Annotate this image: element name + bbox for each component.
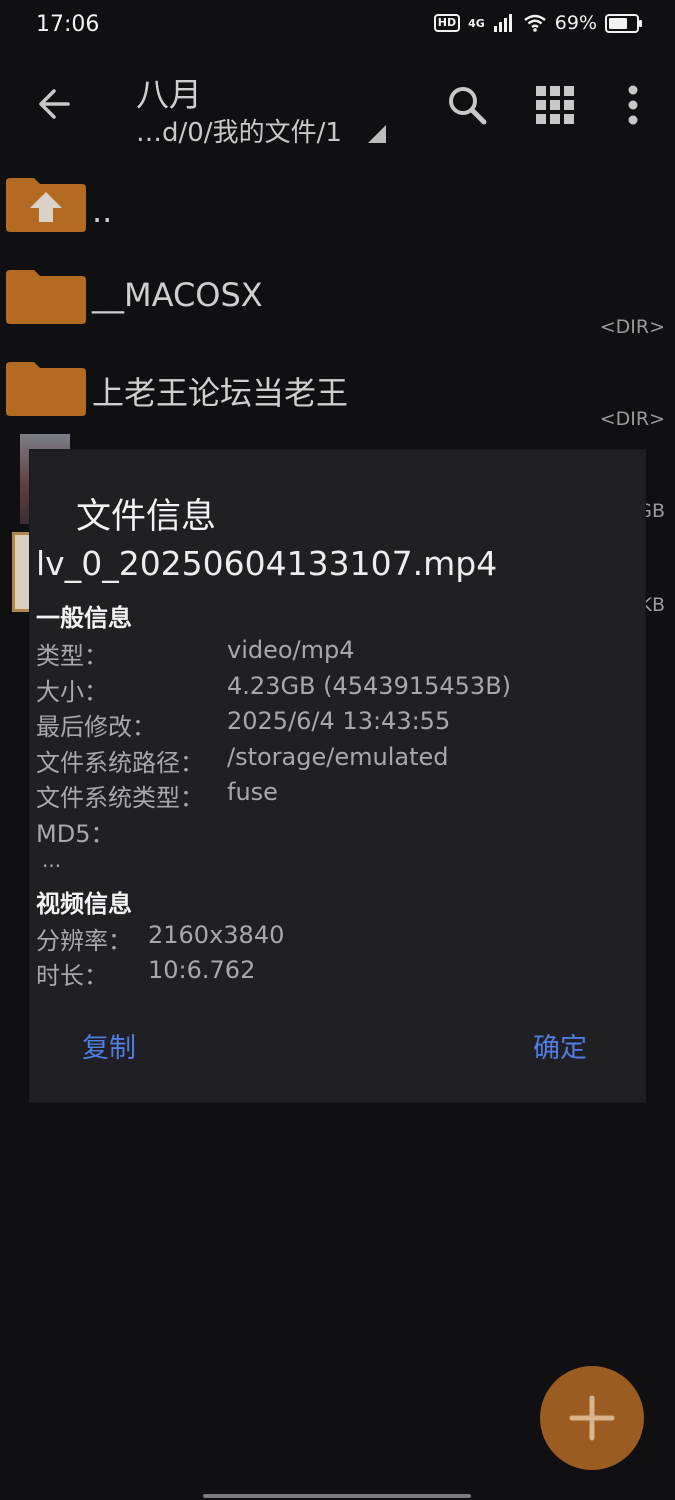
folder-title: 八月 bbox=[136, 75, 202, 114]
search-icon[interactable] bbox=[444, 82, 490, 128]
info-label: 最后修改： bbox=[36, 713, 156, 741]
file-type-label: <DIR> bbox=[599, 408, 665, 430]
folder-icon bbox=[6, 270, 86, 324]
info-label: MD5： bbox=[36, 820, 115, 848]
signal-icon bbox=[493, 14, 512, 32]
general-info-heading: 一般信息 bbox=[36, 604, 132, 632]
info-label: 类型： bbox=[36, 642, 108, 670]
breadcrumb-path[interactable]: …d/0/我的文件/1 bbox=[136, 112, 386, 149]
status-bar: 17:06 HD 4G 69% bbox=[0, 0, 675, 52]
folder-up-icon bbox=[6, 178, 86, 232]
status-icons: HD 4G 69% bbox=[433, 12, 642, 34]
wifi-icon bbox=[523, 14, 546, 32]
battery-percent: 69% bbox=[554, 12, 597, 34]
battery-icon bbox=[605, 13, 642, 33]
file-name: 上老王论坛当老王 bbox=[92, 374, 349, 412]
dialog-title: 文件信息 bbox=[76, 497, 217, 537]
list-item-folder[interactable]: 上老王论坛当老王 <DIR> bbox=[0, 352, 675, 442]
grid-view-icon[interactable] bbox=[532, 82, 578, 128]
status-time: 17:06 bbox=[36, 12, 100, 37]
list-item-macosx[interactable]: __MACOSX <DIR> bbox=[0, 260, 675, 350]
hd-icon: HD bbox=[433, 14, 461, 32]
info-label: 时长： bbox=[36, 962, 108, 990]
info-value: 4.23GB (4543915453B) bbox=[227, 672, 512, 700]
back-arrow-icon[interactable] bbox=[34, 84, 74, 124]
path-text: …d/0/我的文件/1 bbox=[136, 118, 342, 148]
add-fab-button[interactable] bbox=[540, 1366, 644, 1470]
more-vert-icon[interactable] bbox=[610, 82, 656, 128]
info-value: fuse bbox=[227, 778, 278, 806]
info-value: 10:6.762 bbox=[148, 956, 256, 984]
dialog-filename: lv_0_20250604133107.mp4 bbox=[36, 544, 498, 583]
copy-button[interactable]: 复制 bbox=[82, 1026, 136, 1065]
md5-value: ... bbox=[42, 848, 62, 872]
info-value: video/mp4 bbox=[227, 636, 355, 664]
dropdown-triangle-icon bbox=[367, 124, 386, 143]
video-info-heading: 视频信息 bbox=[36, 890, 132, 918]
file-type-label: <DIR> bbox=[599, 316, 665, 338]
list-item-parent[interactable]: .. bbox=[0, 168, 675, 258]
gesture-nav-bar bbox=[203, 1494, 471, 1498]
file-info-dialog: 文件信息 lv_0_20250604133107.mp4 一般信息 类型： vi… bbox=[30, 450, 645, 1102]
info-value: /storage/emulated bbox=[227, 743, 449, 771]
plus-icon bbox=[569, 1395, 615, 1441]
network-type: 4G bbox=[468, 16, 485, 30]
app-bar: 八月 …d/0/我的文件/1 bbox=[0, 52, 675, 152]
ok-button[interactable]: 确定 bbox=[533, 1026, 587, 1065]
info-label: 分辨率： bbox=[36, 927, 132, 955]
file-name: .. bbox=[92, 192, 113, 230]
folder-icon bbox=[6, 362, 86, 416]
file-name: __MACOSX bbox=[92, 276, 263, 314]
info-label: 文件系统类型： bbox=[36, 784, 204, 812]
info-label: 文件系统路径： bbox=[36, 749, 204, 777]
info-value: 2025/6/4 13:43:55 bbox=[227, 707, 451, 735]
info-label: 大小： bbox=[36, 678, 108, 706]
info-value: 2160x3840 bbox=[148, 921, 285, 949]
